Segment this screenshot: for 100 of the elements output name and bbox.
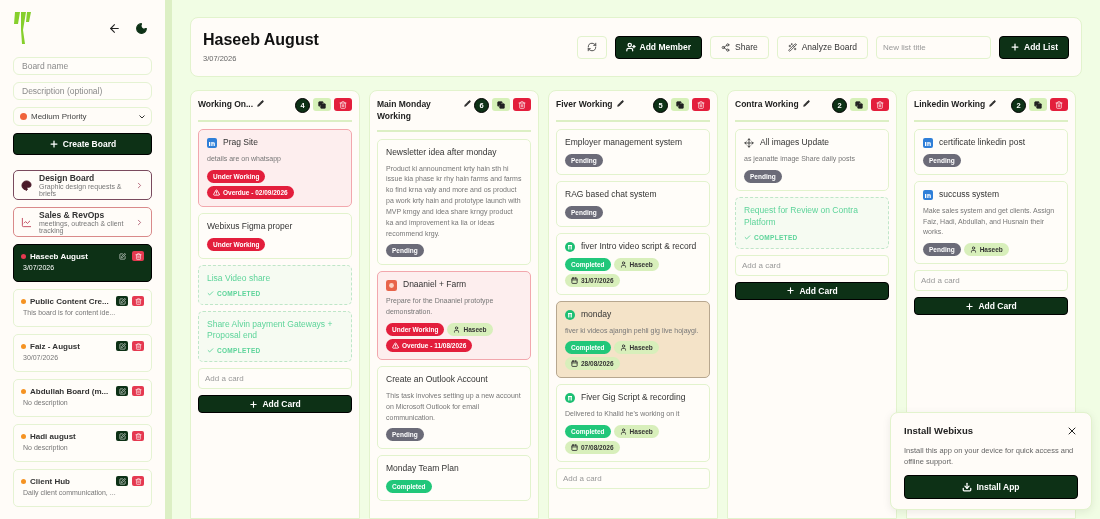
check-icon: [744, 233, 751, 241]
copy-button[interactable]: [313, 98, 331, 111]
edit-button[interactable]: [116, 251, 128, 261]
copy-icon: [497, 100, 505, 109]
calendar-icon: [571, 444, 578, 452]
list-title: Fiver Working: [556, 98, 613, 111]
linkedin-icon: [923, 137, 933, 148]
add-card-field[interactable]: Add a card: [735, 254, 889, 276]
trash-icon: [518, 100, 526, 109]
add-member-button[interactable]: Add Member: [614, 35, 702, 59]
person-icon: [619, 260, 627, 268]
card-title: All images Update: [760, 137, 829, 149]
move-icon: [744, 137, 754, 148]
copy-icon: [318, 100, 326, 109]
copy-button[interactable]: [671, 98, 689, 111]
list-title: Contra Working: [735, 98, 799, 111]
card-title: monday: [581, 308, 612, 321]
scrollbar[interactable]: [165, 0, 172, 519]
install-title: Install Webixus: [904, 425, 973, 436]
copy-button[interactable]: [1029, 98, 1047, 111]
calendar-icon: [571, 276, 578, 284]
board-title: Client Hub: [30, 476, 71, 486]
palette-icon: [21, 179, 32, 191]
edit-button[interactable]: [116, 431, 128, 441]
add-card-field[interactable]: Add a card: [198, 368, 352, 390]
check-icon: [207, 289, 214, 297]
copy-button[interactable]: [492, 98, 510, 111]
share-button[interactable]: Share: [710, 35, 769, 59]
copy-icon: [676, 100, 684, 109]
card-title: Lisa Video share: [207, 272, 271, 285]
list-title: Main Monday Working: [377, 98, 432, 123]
new-list-field[interactable]: New list title: [876, 35, 991, 59]
edit-button[interactable]: [116, 341, 128, 351]
template-title: Sales & RevOps: [39, 210, 106, 220]
create-board-button[interactable]: Create Board: [13, 132, 152, 155]
back-arrow-icon[interactable]: [108, 21, 121, 35]
board-title: Public Content Cre...: [30, 296, 110, 306]
edit-icon: [118, 477, 126, 485]
check-icon: [207, 347, 214, 355]
task-card[interactable]: [377, 138, 531, 266]
trash-icon: [876, 100, 884, 109]
add-card-field[interactable]: Add a card: [556, 468, 710, 490]
chevron-down-icon: [139, 114, 145, 119]
trash-icon: [134, 432, 142, 440]
pencil-icon[interactable]: [616, 100, 624, 107]
template-title: Design Board: [39, 173, 96, 183]
trash-icon: [134, 387, 142, 395]
logo: [13, 12, 31, 44]
board-title: Hadi august: [30, 431, 77, 441]
fiverr-icon: [565, 309, 575, 320]
person-icon: [453, 326, 461, 333]
chevron-right-icon: [135, 217, 144, 227]
priority-select[interactable]: Medium Priority: [13, 107, 152, 126]
edit-button[interactable]: [116, 386, 128, 396]
edit-icon: [118, 432, 126, 440]
install-app-button[interactable]: Install App: [904, 475, 1078, 499]
card-title: RAG based chat system: [565, 188, 657, 201]
download-icon: [962, 482, 973, 492]
card-title: Create an Outlook Account: [386, 374, 488, 386]
add-list-button[interactable]: Add List: [999, 35, 1069, 59]
edit-button[interactable]: [116, 296, 128, 306]
pencil-icon[interactable]: [464, 100, 471, 107]
add-card-button[interactable]: Add Card: [914, 297, 1068, 316]
trash-icon: [697, 100, 705, 109]
linkedin-icon: [207, 137, 217, 148]
description-field[interactable]: Description (optional): [13, 82, 152, 101]
list-title: Working On...: [198, 98, 254, 111]
edit-icon: [118, 297, 126, 305]
add-card-button[interactable]: Add Card: [198, 395, 352, 414]
refresh-button[interactable]: [576, 35, 607, 59]
plus-icon: [48, 138, 59, 149]
pencil-icon[interactable]: [989, 100, 997, 107]
chart-icon: [21, 216, 32, 228]
pencil-icon[interactable]: [257, 100, 265, 107]
edit-icon: [118, 387, 126, 395]
trash-icon: [134, 297, 142, 305]
copy-button[interactable]: [850, 98, 868, 111]
delete-button[interactable]: [132, 251, 144, 261]
edit-icon: [118, 342, 126, 350]
burst-icon: [386, 279, 397, 291]
fiverr-icon: [565, 393, 575, 404]
pencil-icon[interactable]: [802, 100, 810, 107]
warning-icon: [392, 342, 399, 349]
moon-icon[interactable]: [135, 21, 148, 35]
card-title: Request for Review on Contra Platform: [744, 204, 859, 229]
board-title: Haseeb August: [203, 31, 320, 49]
trash-icon: [134, 477, 142, 485]
board-title: Haseeb August: [30, 251, 89, 261]
trash-icon: [339, 100, 347, 109]
plus-icon: [1010, 42, 1020, 52]
analyze-board-button[interactable]: Analyze Board: [776, 35, 868, 59]
card-title: Dnaaniel + Farm: [403, 279, 467, 292]
chevron-right-icon: [135, 180, 144, 190]
copy-icon: [1034, 100, 1042, 109]
add-card-button[interactable]: Add Card: [735, 281, 889, 300]
card-title: Prag Site: [223, 137, 258, 149]
edit-button[interactable]: [116, 476, 128, 486]
board-name-field[interactable]: Board name: [13, 57, 152, 76]
add-card-field[interactable]: Add a card: [914, 270, 1068, 292]
card-title: succuss system: [939, 188, 999, 201]
